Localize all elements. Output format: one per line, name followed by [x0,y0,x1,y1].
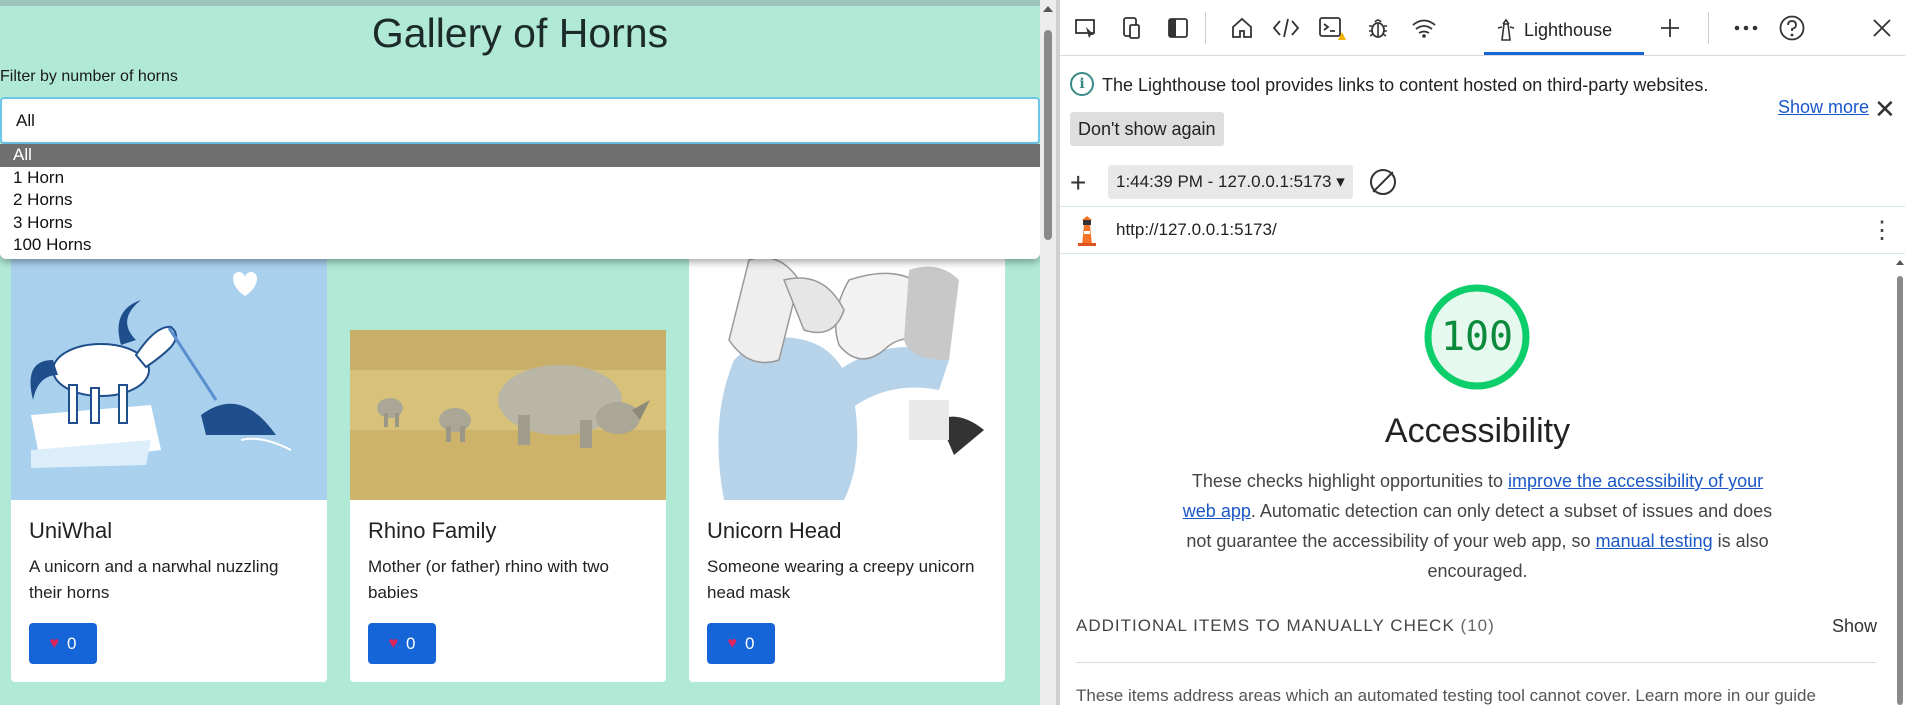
card-title: UniWhal [29,518,113,543]
third-party-infobar: i The Lighthouse tool provides links to … [1060,57,1905,153]
card-title: Rhino Family [368,518,497,543]
scrollbar-thumb[interactable] [1044,30,1052,240]
filter-dropdown-list: All 1 Horn 2 Horns 3 Horns 100 Horns [0,144,1040,259]
horn-card: Rhino Family Mother (or father) rhino wi… [350,250,666,682]
manual-check-heading[interactable]: ADDITIONAL ITEMS TO MANUALLY CHECK (10) [1076,616,1495,636]
scroll-up-icon[interactable] [1896,260,1904,265]
lighthouse-logo-icon [1078,216,1096,246]
toolbar-divider [1205,12,1206,44]
info-icon: i [1070,72,1094,96]
accessibility-score: 100 [1440,314,1514,360]
filter-option-3-horns[interactable]: 3 Horns [0,212,1040,235]
horn-card: Unicorn Head Someone wearing a creepy un… [689,250,1005,682]
toolbar-divider [1708,12,1709,44]
lighthouse-icon [1497,18,1515,41]
report-url: http://127.0.0.1:5173/ [1116,220,1277,239]
report-select-label: 1:44:39 PM - 127.0.0.1:5173 [1116,172,1332,191]
category-description: These checks highlight opportunities to … [1180,466,1775,586]
clear-reports-icon[interactable] [1370,169,1396,195]
manual-check-description: These items address areas which an autom… [1076,686,1816,705]
like-button[interactable]: ♥ 0 [707,623,775,664]
like-count: 0 [406,633,416,653]
card-description: Mother (or father) rhino with two babies [368,557,609,602]
like-button[interactable]: ♥ 0 [368,623,436,664]
active-tab-indicator [1484,52,1644,55]
unicorn-head-image [689,250,1005,500]
inspect-icon[interactable] [1070,12,1102,44]
console-icon[interactable] [1316,12,1348,44]
report-scrollbar[interactable] [1895,254,1905,705]
heart-icon: ♥ [49,634,60,652]
horn-filter-select[interactable]: All [0,97,1040,144]
heart-icon: ♥ [727,634,738,652]
infobar-message: The Lighthouse tool provides links to co… [1102,75,1709,95]
divider [1076,662,1876,663]
filter-label: Filter by number of horns [0,68,178,85]
like-button[interactable]: ♥ 0 [29,623,97,664]
description-text: These checks highlight opportunities to [1191,471,1509,491]
category-title: Accessibility [1384,412,1571,450]
filter-option-100-horns[interactable]: 100 Horns [0,234,1040,257]
show-more-link[interactable]: Show more [1778,97,1869,118]
rhino-family-image [350,250,666,500]
like-count: 0 [67,633,77,653]
devtools-toolbar: Lighthouse [1060,0,1905,56]
card-description: Someone wearing a creepy unicorn head ma… [707,557,975,602]
page-title: Gallery of Horns [371,10,669,56]
report-select[interactable]: 1:44:39 PM - 127.0.0.1:5173 ▾ [1108,165,1353,199]
network-icon[interactable] [1408,12,1440,44]
elements-icon[interactable] [1270,12,1302,44]
report-menu-icon[interactable]: ⋮ [1870,215,1894,247]
card-title: Unicorn Head [707,518,842,543]
app-pane: Gallery of Horns Filter by number of hor… [0,0,1040,705]
dont-show-again-button[interactable]: Don't show again [1070,112,1224,146]
manual-testing-link[interactable]: manual testing [1596,531,1713,551]
dock-icon[interactable] [1162,12,1194,44]
horn-card: UniWhal A unicorn and a narwhal nuzzling… [11,250,327,682]
scrollbar-thumb[interactable] [1897,276,1903,705]
new-report-icon[interactable]: + [1070,167,1086,199]
top-strip [0,0,1040,6]
lighthouse-report: 100 Accessibility These checks highlight… [1060,254,1895,705]
filter-option-1-horn[interactable]: 1 Horn [0,167,1040,190]
infobar-close-icon[interactable]: ✕ [1874,94,1896,125]
like-count: 0 [745,633,755,653]
report-bar: + 1:44:39 PM - 127.0.0.1:5173 ▾ [1060,157,1905,207]
device-icon[interactable] [1116,12,1148,44]
more-icon[interactable] [1730,12,1762,44]
manual-check-count: (10) [1460,616,1495,635]
scroll-up-icon[interactable] [1043,6,1053,12]
filter-option-2-horns[interactable]: 2 Horns [0,189,1040,212]
home-icon[interactable] [1226,12,1258,44]
tab-lighthouse[interactable]: Lighthouse [1484,8,1644,55]
manual-check-label: ADDITIONAL ITEMS TO MANUALLY CHECK [1076,616,1455,635]
help-icon[interactable] [1776,12,1808,44]
devtools-panel: Lighthouse i The Lighthouse tool provide… [1060,0,1905,705]
report-url-bar: http://127.0.0.1:5173/ ⋮ [1060,207,1905,254]
page-scrollbar[interactable] [1040,0,1056,705]
heart-icon: ♥ [388,634,399,652]
close-icon[interactable] [1866,12,1898,44]
card-description: A unicorn and a narwhal nuzzling their h… [29,557,279,602]
bug-icon[interactable] [1362,12,1394,44]
tab-lighthouse-label: Lighthouse [1524,19,1613,40]
add-tab-icon[interactable] [1654,12,1686,44]
manual-check-show-button[interactable]: Show [1832,616,1877,637]
uniwhal-image [11,250,327,500]
filter-option-all[interactable]: All [0,144,1040,167]
